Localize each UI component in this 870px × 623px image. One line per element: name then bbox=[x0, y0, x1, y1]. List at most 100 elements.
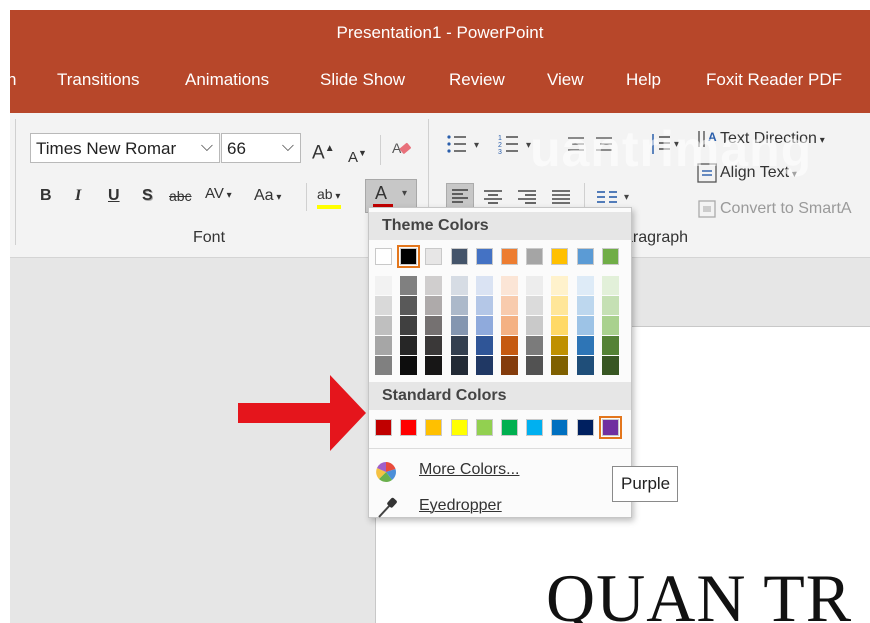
theme-shade-swatch[interactable] bbox=[501, 296, 518, 315]
theme-shade-swatch[interactable] bbox=[551, 296, 569, 315]
theme-shade-swatch[interactable] bbox=[501, 276, 518, 295]
theme-color-swatch[interactable] bbox=[501, 248, 518, 265]
theme-shade-swatch[interactable] bbox=[526, 336, 544, 355]
theme-color-swatch[interactable] bbox=[397, 245, 421, 268]
theme-shade-swatch[interactable] bbox=[576, 336, 594, 355]
tab-animations[interactable]: Animations bbox=[185, 70, 269, 90]
change-case-button[interactable]: Aa ▾ bbox=[254, 185, 281, 209]
eyedropper-item[interactable]: Eyedropper bbox=[375, 490, 625, 524]
more-colors-item[interactable]: More Colors... bbox=[375, 454, 625, 488]
standard-color-swatch[interactable] bbox=[576, 419, 594, 436]
theme-shade-swatch[interactable] bbox=[551, 356, 569, 375]
theme-shade-swatch[interactable] bbox=[526, 296, 544, 315]
theme-shade-swatch[interactable] bbox=[425, 296, 443, 315]
theme-shade-swatch[interactable] bbox=[576, 356, 594, 375]
bullets-button[interactable]: ▾ bbox=[446, 133, 486, 160]
theme-shade-swatch[interactable] bbox=[400, 276, 418, 295]
tab-slide-show[interactable]: Slide Show bbox=[320, 70, 405, 90]
standard-color-swatch[interactable] bbox=[475, 419, 493, 436]
theme-shade-swatch[interactable] bbox=[400, 316, 418, 335]
theme-shade-swatch[interactable] bbox=[501, 316, 518, 335]
theme-shade-swatch[interactable] bbox=[425, 356, 443, 375]
theme-shade-swatch[interactable] bbox=[400, 336, 418, 355]
theme-shade-swatch[interactable] bbox=[551, 336, 569, 355]
tab-help[interactable]: Help bbox=[626, 70, 661, 90]
theme-shade-swatch[interactable] bbox=[475, 316, 493, 335]
highlight-swatch bbox=[317, 205, 341, 209]
character-spacing-button[interactable]: AV ▾ bbox=[205, 183, 232, 207]
underline-button[interactable]: U bbox=[108, 185, 120, 207]
theme-shade-swatch[interactable] bbox=[400, 356, 418, 375]
standard-color-swatch[interactable] bbox=[375, 419, 392, 436]
theme-shade-swatch[interactable] bbox=[375, 336, 392, 355]
theme-shade-swatch[interactable] bbox=[450, 356, 468, 375]
theme-shade-swatch[interactable] bbox=[551, 276, 569, 295]
theme-shade-swatch[interactable] bbox=[576, 276, 594, 295]
theme-shade-swatch[interactable] bbox=[601, 336, 619, 355]
shrink-font-button[interactable]: A▼ bbox=[348, 142, 367, 169]
theme-color-swatch[interactable] bbox=[450, 248, 468, 265]
theme-color-swatch[interactable] bbox=[425, 248, 443, 265]
standard-color-swatch[interactable] bbox=[450, 419, 468, 436]
theme-color-swatch[interactable] bbox=[551, 248, 569, 265]
tab-view[interactable]: View bbox=[547, 70, 584, 90]
theme-shade-swatch[interactable] bbox=[475, 356, 493, 375]
theme-shade-swatch[interactable] bbox=[601, 356, 619, 375]
grow-font-button[interactable]: A▲ bbox=[312, 138, 335, 164]
theme-shade-swatch[interactable] bbox=[375, 356, 392, 375]
theme-shade-swatch[interactable] bbox=[450, 276, 468, 295]
tab-foxit-reader-pdf[interactable]: Foxit Reader PDF bbox=[706, 70, 842, 90]
theme-shade-swatch[interactable] bbox=[526, 356, 544, 375]
theme-shade-swatch[interactable] bbox=[601, 296, 619, 315]
theme-shade-swatch[interactable] bbox=[425, 336, 443, 355]
theme-color-swatch[interactable] bbox=[576, 248, 594, 265]
text-shadow-button[interactable]: S bbox=[142, 185, 153, 207]
theme-color-swatch[interactable] bbox=[526, 248, 544, 265]
bold-button[interactable]: B bbox=[40, 185, 52, 207]
tab-insert-partial[interactable]: n bbox=[10, 70, 16, 90]
standard-color-swatch[interactable] bbox=[400, 419, 418, 436]
standard-color-swatch[interactable] bbox=[501, 419, 518, 436]
theme-shade-swatch[interactable] bbox=[576, 316, 594, 335]
theme-shade-swatch[interactable] bbox=[601, 276, 619, 295]
convert-smartart-button[interactable]: Convert to SmartA bbox=[696, 197, 852, 221]
theme-shade-swatch[interactable] bbox=[450, 316, 468, 335]
theme-color-swatch[interactable] bbox=[601, 248, 619, 265]
theme-shade-swatch[interactable] bbox=[501, 356, 518, 375]
theme-shade-swatch[interactable] bbox=[475, 336, 493, 355]
standard-color-swatch[interactable] bbox=[598, 416, 622, 439]
theme-shade-swatch[interactable] bbox=[475, 276, 493, 295]
slide-title-text[interactable]: QUAN TR bbox=[546, 559, 852, 623]
theme-color-swatch[interactable] bbox=[475, 248, 493, 265]
theme-shade-swatch[interactable] bbox=[425, 316, 443, 335]
divider bbox=[306, 183, 307, 211]
standard-color-swatch[interactable] bbox=[551, 419, 569, 436]
highlight-color-button[interactable]: ab ▾ bbox=[317, 183, 341, 209]
theme-shade-swatch[interactable] bbox=[601, 316, 619, 335]
theme-shade-swatch[interactable] bbox=[425, 276, 443, 295]
theme-shade-swatch[interactable] bbox=[526, 316, 544, 335]
align-left-button[interactable] bbox=[446, 183, 474, 209]
font-name-combo[interactable]: Times New Romar ⌵ bbox=[30, 133, 220, 163]
theme-shade-swatch[interactable] bbox=[551, 316, 569, 335]
theme-shade-swatch[interactable] bbox=[475, 296, 493, 315]
theme-shade-swatch[interactable] bbox=[450, 336, 468, 355]
color-tooltip: Purple bbox=[612, 466, 678, 502]
theme-shade-swatch[interactable] bbox=[501, 336, 518, 355]
italic-button[interactable]: I bbox=[75, 185, 81, 207]
theme-shade-swatch[interactable] bbox=[576, 296, 594, 315]
theme-shade-swatch[interactable] bbox=[375, 276, 392, 295]
theme-color-swatch[interactable] bbox=[375, 248, 392, 265]
theme-shade-swatch[interactable] bbox=[526, 276, 544, 295]
clear-formatting-button[interactable]: A bbox=[391, 137, 413, 166]
tab-transitions[interactable]: Transitions bbox=[57, 70, 140, 90]
font-size-combo[interactable]: 66 ⌵ bbox=[221, 133, 301, 163]
standard-color-swatch[interactable] bbox=[526, 419, 544, 436]
standard-color-swatch[interactable] bbox=[425, 419, 443, 436]
theme-shade-swatch[interactable] bbox=[450, 296, 468, 315]
theme-shade-swatch[interactable] bbox=[375, 296, 392, 315]
tab-review[interactable]: Review bbox=[449, 70, 505, 90]
theme-shade-swatch[interactable] bbox=[375, 316, 392, 335]
theme-shade-swatch[interactable] bbox=[400, 296, 418, 315]
strikethrough-button[interactable]: abc bbox=[169, 185, 192, 207]
